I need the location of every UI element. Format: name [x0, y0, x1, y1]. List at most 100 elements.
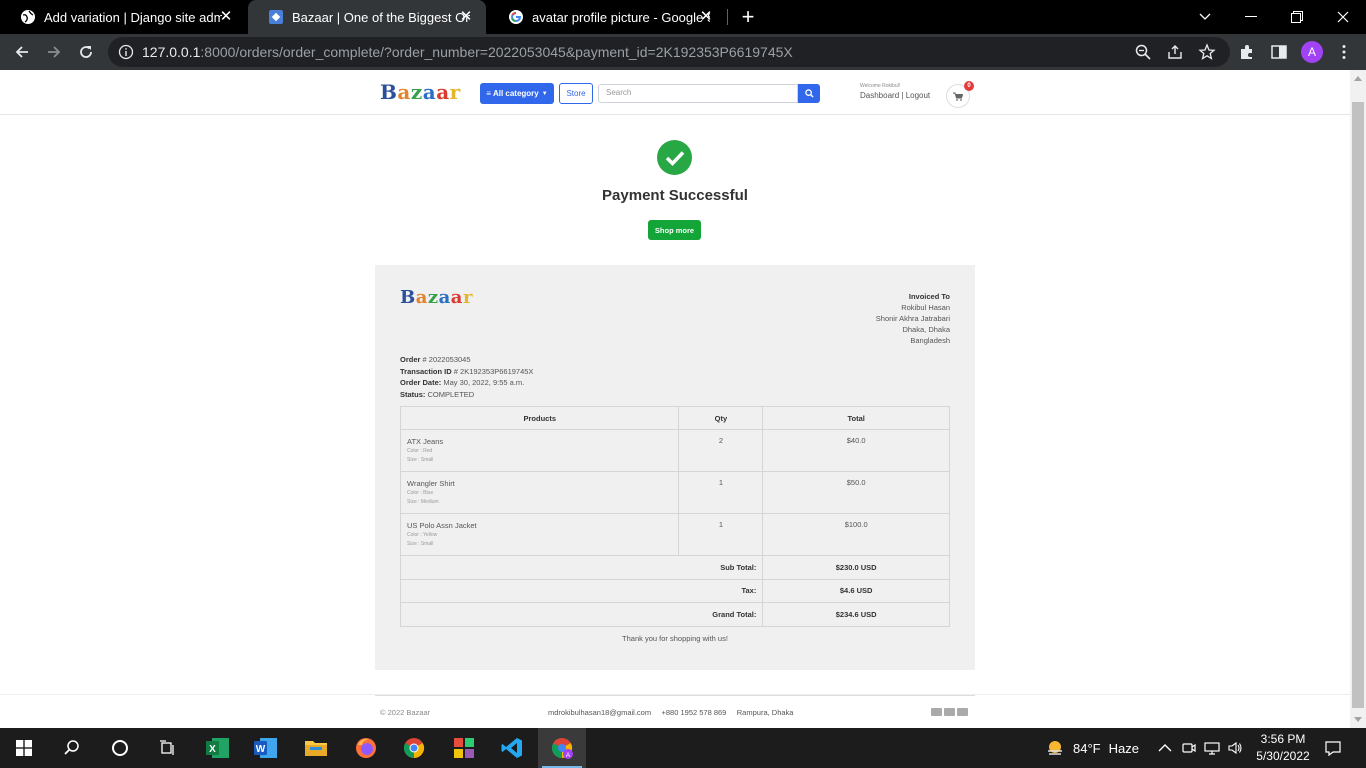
grand-total-label: Grand Total:	[399, 602, 764, 627]
qty-cell: 1	[678, 513, 764, 556]
site-info-icon[interactable]	[118, 44, 134, 60]
footer-rule	[375, 695, 975, 696]
taskbar-firefox[interactable]	[342, 728, 390, 768]
new-tab-button[interactable]: +	[738, 6, 758, 28]
thank-you-message: Thank you for shopping with us!	[622, 634, 728, 643]
google-icon	[508, 9, 524, 25]
bookmark-star-icon[interactable]	[1198, 43, 1216, 61]
scrollbar-thumb[interactable]	[1352, 102, 1364, 708]
product-color: Color : Red	[407, 448, 433, 454]
close-tab-icon[interactable]: ✕	[458, 9, 474, 25]
total-cell: $100.0	[762, 513, 950, 556]
search-icon	[804, 89, 814, 98]
address-bar[interactable]: 127.0.0.1:8000/orders/order_complete/?or…	[108, 37, 1230, 67]
search-button[interactable]	[798, 84, 820, 103]
subtotal-label: Sub Total:	[399, 555, 764, 580]
volume-icon[interactable]	[1227, 740, 1243, 756]
excel-icon: X	[206, 738, 229, 758]
reload-button[interactable]	[72, 38, 100, 66]
taskbar-search-button[interactable]	[48, 728, 96, 768]
product-name: US Polo Assn Jacket	[407, 521, 477, 530]
all-category-dropdown[interactable]: ≡ All category ▼	[480, 83, 554, 104]
task-view-button[interactable]	[144, 728, 192, 768]
address-line-1: Shonir Akhra Jatrabari	[875, 314, 950, 323]
zoom-icon[interactable]	[1134, 43, 1152, 61]
dashboard-link[interactable]: Dashboard	[860, 91, 899, 100]
subtotal-row: Sub Total: $230.0 USD	[399, 555, 950, 580]
taskbar-word[interactable]: W	[242, 728, 290, 768]
tab-search-icon[interactable]	[1182, 0, 1228, 34]
meet-now-icon[interactable]	[1181, 740, 1197, 756]
taskbar-chrome-profile[interactable]: A	[538, 728, 586, 768]
side-panel-icon[interactable]	[1270, 43, 1288, 61]
order-meta: Order # 2022053045 Transaction ID # 2K19…	[400, 354, 533, 400]
shop-more-button[interactable]: Shop more	[648, 220, 701, 240]
url-text[interactable]: 127.0.0.1:8000/orders/order_complete/?or…	[142, 44, 793, 60]
tab-separator	[727, 9, 728, 25]
invoiced-to-heading: Invoiced To	[908, 292, 950, 301]
table-row: US Polo Assn Jacket Color : Yellow Size …	[399, 513, 950, 556]
cortana-button[interactable]	[96, 728, 144, 768]
scroll-down-arrow-icon[interactable]	[1354, 717, 1362, 722]
column-header: Total	[762, 406, 950, 430]
product-size: Size : Small	[407, 541, 434, 547]
address-line-2: Dhaka, Dhaka	[902, 325, 950, 334]
taskbar-file-explorer[interactable]	[292, 728, 340, 768]
footer-contact: mdrokibulhasan18@gmail.com +880 1952 578…	[548, 708, 794, 717]
payment-cards-icon	[931, 708, 968, 716]
invoice-logo: Bazaar	[400, 287, 473, 308]
bazaar-logo[interactable]: Bazaar	[380, 80, 461, 104]
total-cell: $40.0	[762, 429, 950, 472]
forward-button[interactable]	[40, 38, 68, 66]
page-scrollbar[interactable]	[1350, 70, 1366, 728]
back-button[interactable]	[8, 38, 36, 66]
logout-link[interactable]: Logout	[906, 91, 930, 100]
product-size: Size : Small	[407, 457, 434, 463]
url-path: :8000/orders/order_complete/?order_numbe…	[200, 44, 793, 60]
profile-avatar[interactable]: A	[1301, 41, 1323, 63]
restore-button[interactable]	[1274, 0, 1320, 34]
weather-widget[interactable]: 84°F Haze	[1045, 728, 1139, 768]
clock-time: 3:56 PM	[1260, 732, 1306, 746]
taskbar-excel[interactable]: X	[194, 728, 242, 768]
share-icon[interactable]	[1166, 43, 1184, 61]
scroll-up-arrow-icon[interactable]	[1354, 76, 1362, 81]
menu-kebab-icon[interactable]	[1335, 43, 1353, 61]
close-window-button[interactable]	[1320, 0, 1366, 34]
chrome-profile-icon: A	[551, 738, 573, 759]
total-cell: $50.0	[762, 471, 950, 514]
tab-django-admin[interactable]: Add variation | Django site admin ✕	[0, 0, 246, 34]
qty-cell: 1	[678, 471, 764, 514]
start-button[interactable]	[0, 728, 48, 768]
close-tab-icon[interactable]: ✕	[218, 9, 234, 25]
taskbar-app-tiles[interactable]	[440, 728, 488, 768]
table-row: Wrangler Shirt Color : Blue Size : Mediu…	[399, 471, 950, 514]
browser-toolbar: 127.0.0.1:8000/orders/order_complete/?or…	[0, 34, 1366, 70]
minimize-button[interactable]	[1228, 0, 1274, 34]
windows-logo-icon	[16, 740, 32, 756]
task-view-icon	[160, 740, 174, 755]
windows-taskbar: X W A 84°F Haze 3:56 PM 5/30/2022	[0, 728, 1366, 768]
product-color: Color : Yellow	[407, 532, 438, 538]
svg-text:A: A	[566, 752, 571, 759]
taskbar-chrome[interactable]	[390, 728, 438, 768]
column-header: Qty	[678, 406, 764, 430]
notifications-icon[interactable]	[1324, 739, 1342, 757]
extensions-icon[interactable]	[1238, 43, 1256, 61]
url-host: 127.0.0.1	[142, 44, 201, 60]
svg-text:X: X	[209, 744, 216, 755]
subtotal-value: $230.0 USD	[762, 555, 950, 580]
category-label: All category	[492, 89, 539, 98]
address-country: Bangladesh	[910, 336, 950, 345]
tab-bazaar[interactable]: Bazaar | One of the Biggest Online ✕	[248, 0, 486, 34]
colorful-tiles-icon	[454, 738, 474, 758]
tab-title: Add variation | Django site admin	[44, 9, 222, 25]
network-icon[interactable]	[1204, 740, 1220, 756]
store-button[interactable]: Store	[559, 83, 593, 104]
taskbar-vscode[interactable]	[488, 728, 536, 768]
chevron-up-icon[interactable]	[1157, 740, 1173, 756]
search-input[interactable]: Search	[598, 84, 798, 103]
tab-google-search[interactable]: avatar profile picture - Google Search ✕	[488, 0, 726, 34]
close-tab-icon[interactable]: ✕	[698, 9, 714, 25]
system-clock[interactable]: 3:56 PM 5/30/2022	[1250, 731, 1316, 765]
